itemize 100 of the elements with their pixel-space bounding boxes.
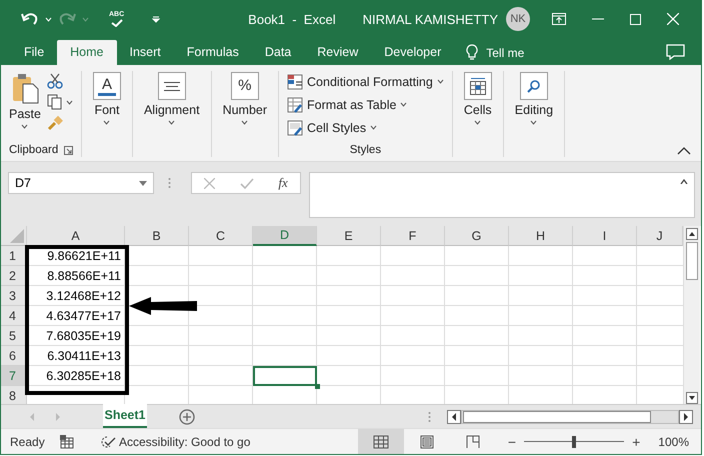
caret-icon <box>168 120 176 125</box>
zoom-out-button[interactable]: − <box>508 434 516 450</box>
status-text: Ready <box>9 434 46 448</box>
close-icon[interactable] <box>667 13 679 25</box>
row-header[interactable]: 4 <box>1 306 27 326</box>
accessibility-check-icon <box>100 434 116 448</box>
window-title: Book1 - Excel <box>248 12 336 26</box>
column-header[interactable]: J <box>637 226 683 246</box>
ribbon-menu-button[interactable]: Conditional Formatting <box>287 72 444 91</box>
ribbon-button[interactable]: % Number <box>222 71 268 143</box>
drag-handle-icon <box>428 410 431 422</box>
caret-icon <box>436 79 444 84</box>
copy-icon[interactable] <box>46 94 63 110</box>
row-header[interactable]: 8 <box>1 386 27 404</box>
table-cell-text: 9.86621E+11 <box>46 248 122 265</box>
zoom-slider-thumb[interactable] <box>572 436 576 448</box>
zoom-in-button[interactable]: + <box>632 434 640 450</box>
column-header[interactable]: G <box>445 226 509 246</box>
column-header[interactable]: F <box>381 226 445 246</box>
comments-icon[interactable] <box>666 44 685 60</box>
row-header[interactable]: 2 <box>1 266 27 286</box>
ribbon-tab[interactable]: Review <box>304 40 372 65</box>
table-cell-text: 7.68035E+19 <box>45 328 122 345</box>
check-icon <box>110 19 124 27</box>
caret-icon[interactable] <box>680 179 688 184</box>
ribbon-menu-button[interactable]: Format as Table <box>287 95 444 114</box>
row-header[interactable]: 5 <box>1 326 27 346</box>
group-label: Styles <box>350 144 382 156</box>
name-box[interactable]: D7 <box>8 172 154 194</box>
column-header[interactable]: B <box>125 226 189 246</box>
column-header[interactable]: E <box>317 226 381 246</box>
caret-icon <box>370 125 378 130</box>
column-header[interactable]: I <box>573 226 637 246</box>
paste-icon <box>10 72 39 104</box>
check-icon[interactable] <box>240 178 254 188</box>
collapse-ribbon-icon[interactable] <box>677 147 691 155</box>
row-header[interactable]: 1 <box>1 246 27 266</box>
page-break-icon <box>464 434 481 448</box>
user-name: NIRMAL KAMISHETTY <box>362 12 498 26</box>
normal-view-button[interactable] <box>358 429 404 454</box>
column-header[interactable]: D <box>253 226 317 246</box>
scroll-right-icon[interactable] <box>679 410 693 424</box>
scroll-up-icon[interactable] <box>686 228 698 240</box>
dialog-launcher-icon[interactable] <box>64 146 73 154</box>
drag-handle-icon <box>168 177 171 189</box>
search-icon <box>527 80 540 92</box>
caret-icon <box>530 120 538 125</box>
column-header[interactable]: C <box>189 226 253 246</box>
cell-mode-icon <box>60 434 74 448</box>
table-cell-text: 4.63477E+17 <box>45 308 122 325</box>
ribbon-tab[interactable]: Data <box>252 40 304 65</box>
formula-input[interactable] <box>309 172 695 218</box>
page-layout-icon <box>418 434 435 448</box>
zoom-level[interactable]: 100% <box>658 434 689 448</box>
group-label: Clipboard <box>9 143 58 157</box>
column-header[interactable]: A <box>27 226 125 246</box>
undo-icon[interactable] <box>21 11 39 27</box>
caret-icon[interactable] <box>66 100 73 104</box>
scroll-left-icon[interactable] <box>447 410 461 424</box>
ribbon-button[interactable]: A Font <box>92 71 121 143</box>
row-header[interactable]: 7 <box>1 366 27 386</box>
ribbon-tab[interactable]: Formulas <box>174 40 252 65</box>
row-header[interactable]: 3 <box>1 286 27 306</box>
ribbon-display-icon[interactable] <box>552 13 566 25</box>
normal-view-icon <box>372 434 389 448</box>
ribbon-button[interactable]: Alignment <box>144 71 200 143</box>
ribbon-button[interactable]: Cells <box>464 71 492 143</box>
insert-function-button[interactable]: fx <box>278 175 288 191</box>
cell-styles-icon <box>287 120 304 136</box>
vertical-scrollbar-thumb[interactable] <box>686 242 698 280</box>
caret-icon <box>103 120 110 125</box>
table-icon <box>287 96 304 112</box>
sheet-tab[interactable]: Sheet1 <box>103 404 147 428</box>
paste-button[interactable]: Paste <box>9 71 41 143</box>
align-icon <box>164 82 180 90</box>
user-avatar[interactable]: NK <box>506 7 530 31</box>
column-header[interactable]: H <box>509 226 573 246</box>
active-cell[interactable] <box>253 366 317 386</box>
ribbon-tab[interactable]: Developer <box>371 40 454 65</box>
table-cell-text: 6.30285E+18 <box>45 368 122 385</box>
ribbon-tab[interactable]: Insert <box>116 40 174 65</box>
maximize-icon[interactable] <box>630 14 641 24</box>
cut-icon[interactable] <box>46 73 63 89</box>
ribbon-menu-button[interactable]: Cell Styles <box>287 118 444 137</box>
customize-icon[interactable] <box>152 16 160 22</box>
horizontal-scrollbar-thumb[interactable] <box>463 410 651 422</box>
percent-icon: % <box>238 78 252 94</box>
accessibility-status[interactable]: Accessibility: Good to go <box>100 434 250 448</box>
add-sheet-icon[interactable] <box>179 408 195 424</box>
tell-me-search[interactable]: Tell me <box>466 40 524 65</box>
ribbon-tab[interactable]: Home <box>57 40 116 65</box>
row-header[interactable]: 6 <box>1 346 27 366</box>
caret-icon <box>21 124 28 129</box>
scroll-down-icon[interactable] <box>686 392 698 404</box>
caret-icon <box>241 120 248 125</box>
lightbulb-icon <box>466 44 478 61</box>
caret-icon <box>139 180 147 186</box>
ribbon-button[interactable]: Editing <box>514 71 554 143</box>
minimize-icon[interactable] <box>592 18 604 20</box>
ribbon-tab[interactable]: File <box>11 40 58 65</box>
